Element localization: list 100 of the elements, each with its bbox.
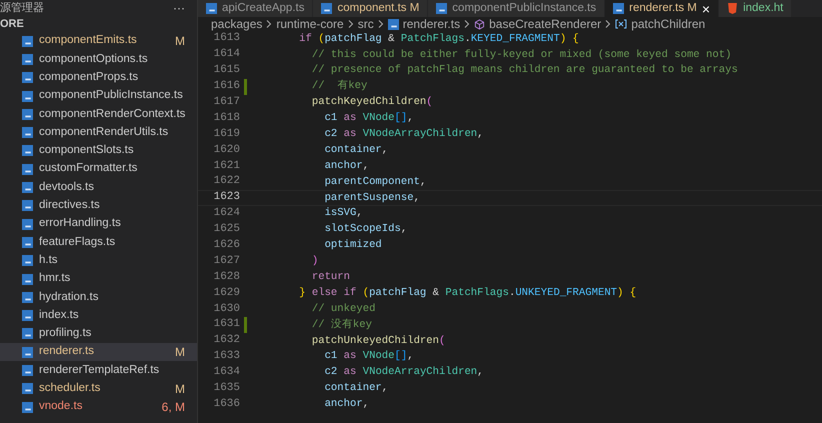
typescript-file-icon (22, 346, 33, 358)
typescript-file-icon (22, 292, 33, 303)
chevron-right-icon (378, 20, 384, 28)
file-item[interactable]: componentOptions.ts (0, 50, 197, 69)
code-line: optimized (324, 240, 382, 251)
code-line: return (310, 272, 350, 283)
typescript-file-icon (22, 127, 33, 138)
close-icon[interactable]: × (702, 2, 710, 16)
file-item[interactable]: rendererTemplateRef.ts (0, 361, 197, 380)
code-line: parentComponent, (324, 176, 426, 188)
file-item[interactable]: componentProps.ts (0, 68, 197, 87)
code-line: // presence of patchFlag means children are guaranteed to be arrays (310, 65, 738, 76)
file-item[interactable]: featureFlags.ts (0, 233, 197, 252)
code-line: slotScopeIds, (324, 224, 408, 235)
typescript-file-icon (22, 54, 33, 65)
code-line: c1 as VNode[], (324, 351, 414, 362)
file-item[interactable]: errorHandling.ts (0, 214, 197, 234)
line-number: 1626 (212, 240, 240, 252)
file-item[interactable]: componentEmits.ts M (0, 32, 197, 50)
editor-tab[interactable]: apiCreateApp.ts (198, 0, 314, 17)
file-item[interactable]: directives.ts (0, 196, 197, 215)
more-actions-button[interactable]: ··· (173, 2, 185, 14)
chevron-right-icon (348, 20, 354, 28)
code-line: // 有key (310, 81, 368, 92)
breadcrumb-item[interactable]: src (358, 18, 374, 30)
file-item[interactable]: profiling.ts (0, 324, 197, 344)
file-item[interactable]: componentRenderContext.ts (0, 105, 197, 124)
typescript-file-icon (22, 218, 33, 230)
typescript-file-icon (22, 364, 33, 376)
editor-tab[interactable]: renderer.ts M × (605, 0, 720, 17)
line-number: 1630 (212, 304, 240, 315)
file-item[interactable]: scheduler.ts M (0, 380, 197, 398)
code-line: anchor, (324, 160, 370, 172)
git-status: M (175, 346, 185, 358)
line-number: 1619 (212, 128, 240, 140)
line-number: 1627 (212, 256, 240, 267)
file-item[interactable]: componentSlots.ts (0, 142, 197, 160)
line-number: 1628 (212, 272, 240, 283)
line-number: 1621 (212, 160, 240, 172)
line-number: 1618 (212, 112, 240, 124)
section-header[interactable]: ORE (0, 18, 24, 30)
git-status: 6, M (162, 401, 185, 414)
code-line: if (patchFlag & PatchFlags.KEYED_FRAGMENT) { (298, 34, 579, 44)
editor-tab[interactable]: componentPublicInstance.ts (428, 0, 606, 17)
file-item[interactable]: componentRenderUtils.ts (0, 123, 197, 142)
line-number: 1635 (212, 383, 240, 394)
code-line: // unkeyed (310, 304, 376, 314)
breadcrumb-item[interactable]: runtime-core (276, 18, 344, 30)
editor-tab[interactable]: component.ts M (313, 0, 428, 17)
code-line: patchKeyedChildren( (310, 97, 433, 108)
line-number: 1615 (212, 65, 240, 76)
file-item[interactable]: hmr.ts (0, 270, 197, 288)
breadcrumb-item[interactable]: patchChildren (615, 18, 706, 30)
line-number: 1629 (212, 288, 240, 299)
file-item[interactable]: componentPublicInstance.ts (0, 86, 197, 106)
line-number: 1624 (212, 208, 240, 220)
line-number: 1636 (212, 398, 240, 410)
code-line: isSVG, (324, 208, 363, 220)
cube-icon (474, 18, 486, 30)
code-line: anchor, (324, 399, 370, 410)
file-item[interactable]: index.ts (0, 306, 197, 325)
git-status: M (175, 35, 185, 48)
code-line: // 没有key (310, 320, 372, 330)
file-item[interactable]: hydration.ts (0, 288, 197, 306)
line-number: 1616 (212, 81, 240, 92)
code-line: } else if (patchFlag & PatchFlags.UNKEYED_FRAGMENT) { (298, 288, 636, 298)
code-line: c2 as VNodeArrayChildren, (324, 367, 484, 378)
line-number: 1634 (212, 367, 240, 378)
variable-icon (615, 19, 628, 29)
code-line: c1 as VNode[], (324, 113, 414, 124)
file-item[interactable]: h.ts (0, 252, 197, 270)
file-item[interactable]: renderer.ts M (0, 343, 197, 362)
sidebar-title: 源管理器 (0, 2, 44, 14)
typescript-file-icon (22, 182, 33, 194)
typescript-file-icon (22, 164, 33, 175)
editor-tab[interactable]: index.ht (719, 0, 792, 17)
line-number: 1631 (212, 319, 240, 330)
breadcrumb-item[interactable]: renderer.ts (388, 18, 460, 30)
chevron-right-icon (266, 20, 272, 28)
typescript-file-icon (22, 328, 33, 340)
line-number: 1625 (212, 224, 240, 236)
code-line: container, (324, 383, 388, 394)
line-number: 1614 (212, 49, 240, 60)
line-number: 1623 (212, 192, 240, 204)
breadcrumb-item[interactable]: packages (211, 18, 262, 30)
typescript-file-icon (22, 36, 33, 47)
code-line: patchUnkeyedChildren( (310, 336, 446, 346)
code-line: parentSuspense, (324, 192, 420, 204)
typescript-file-icon (388, 18, 399, 30)
file-item[interactable]: vnode.ts 6, M (0, 398, 197, 416)
line-number: 1633 (212, 351, 240, 362)
breadcrumb-item[interactable]: baseCreateRenderer (474, 18, 602, 30)
typescript-file-icon (22, 72, 33, 84)
line-number: 1632 (212, 335, 240, 346)
typescript-file-icon (22, 145, 33, 156)
file-item[interactable]: customFormatter.ts (0, 160, 197, 178)
chevron-right-icon (464, 20, 470, 28)
code-line: c2 as VNodeArrayChildren, (324, 128, 484, 140)
file-item[interactable]: devtools.ts (0, 178, 197, 197)
typescript-file-icon (22, 108, 33, 120)
